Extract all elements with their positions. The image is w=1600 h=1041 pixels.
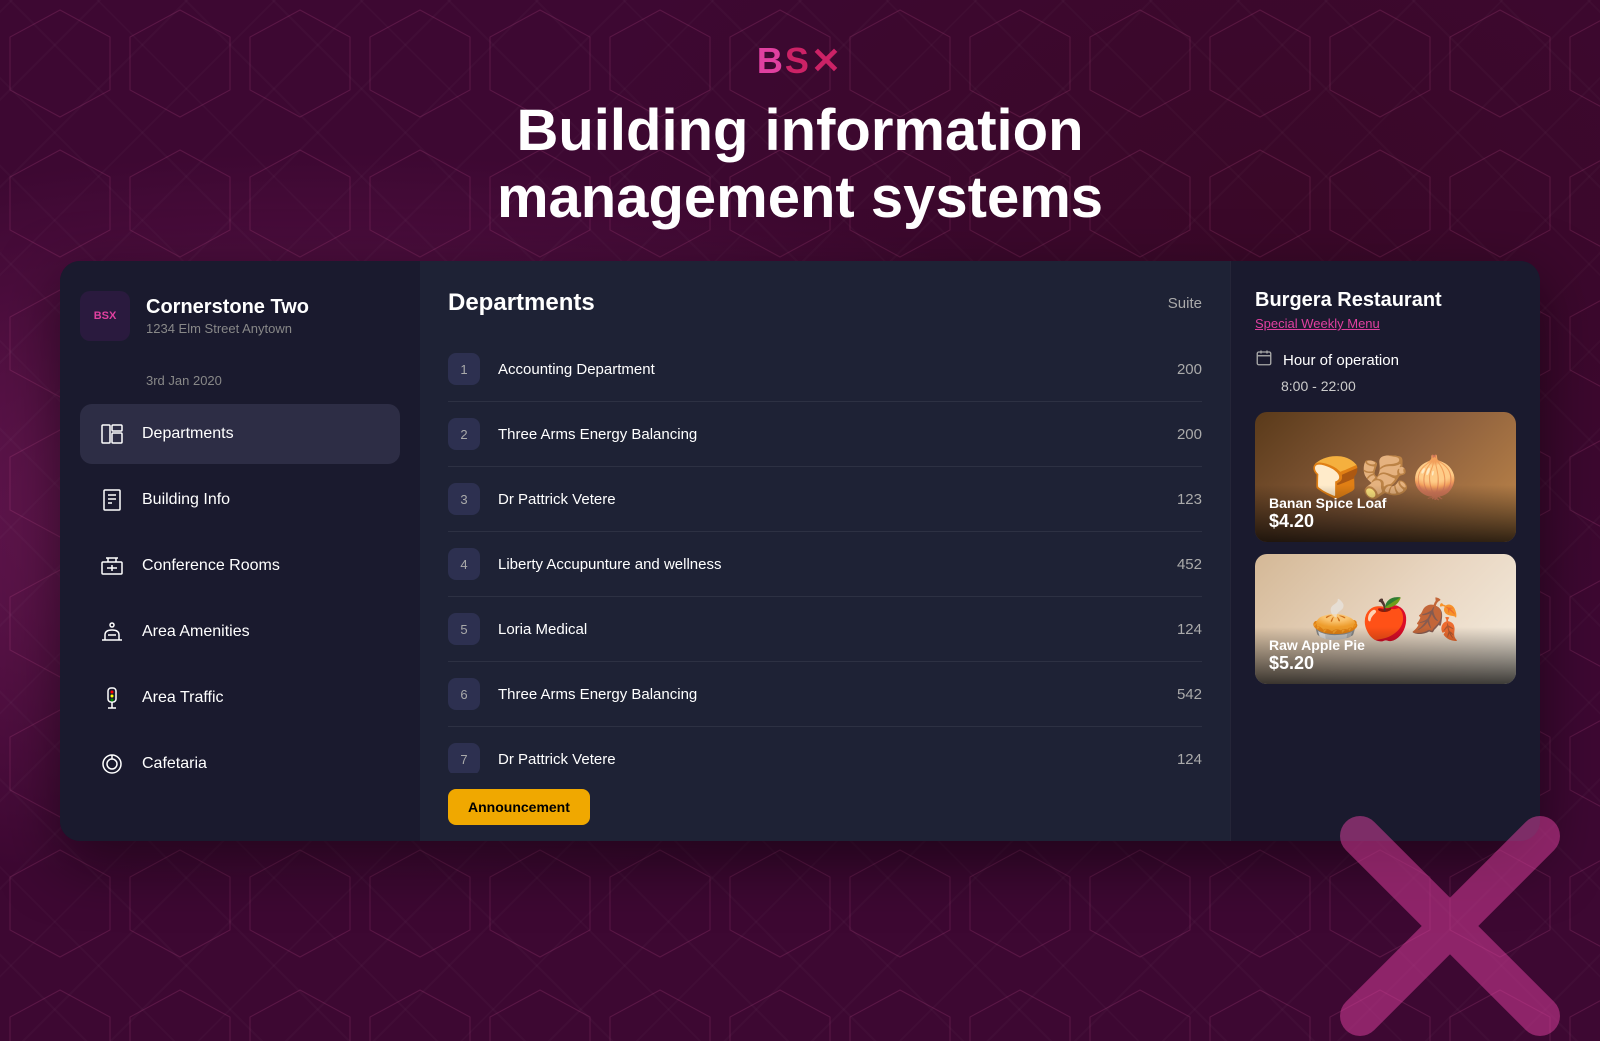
sidebar-item-conference-rooms[interactable]: Conference Rooms bbox=[80, 536, 400, 596]
sidebar-label-area-amenities: Area Amenities bbox=[142, 623, 250, 641]
dept-row-6[interactable]: 6 Three Arms Energy Balancing 542 bbox=[448, 662, 1202, 727]
dept-row-1[interactable]: 1 Accounting Department 200 bbox=[448, 337, 1202, 402]
dept-num-4: 4 bbox=[448, 548, 480, 580]
food-name-2: Raw Apple Pie bbox=[1269, 637, 1502, 653]
area-amenities-icon bbox=[98, 618, 126, 646]
dept-row-4[interactable]: 4 Liberty Accupunture and wellness 452 bbox=[448, 532, 1202, 597]
calendar-icon bbox=[1255, 349, 1273, 372]
sidebar-item-cafetaria[interactable]: Cafetaria bbox=[80, 734, 400, 794]
announcement-bar: Announcement bbox=[448, 773, 1202, 841]
dept-suite-2: 200 bbox=[1177, 426, 1202, 443]
sidebar-item-departments[interactable]: Departments bbox=[80, 404, 400, 464]
dept-num-5: 5 bbox=[448, 613, 480, 645]
departments-list: 1 Accounting Department 200 2 Three Arms… bbox=[448, 337, 1202, 773]
building-address: 1234 Elm Street Anytown bbox=[146, 321, 309, 336]
dept-suite-7: 124 bbox=[1177, 751, 1202, 768]
restaurant-name: Burgera Restaurant bbox=[1255, 289, 1516, 312]
building-name: Cornerstone Two bbox=[146, 296, 309, 319]
building-info-icon bbox=[98, 486, 126, 514]
announcement-button[interactable]: Announcement bbox=[448, 789, 590, 825]
building-logo-text: BSX bbox=[94, 310, 117, 322]
sidebar-item-area-traffic[interactable]: Area Traffic bbox=[80, 668, 400, 728]
food-overlay-2: Raw Apple Pie $5.20 bbox=[1255, 627, 1516, 684]
bsx-logo: BS✕ bbox=[0, 40, 1600, 82]
sidebar-label-conference-rooms: Conference Rooms bbox=[142, 557, 280, 575]
dept-num-6: 6 bbox=[448, 678, 480, 710]
dept-name-2: Three Arms Energy Balancing bbox=[498, 426, 1177, 443]
suite-column-header: Suite bbox=[1168, 295, 1202, 312]
hours-section: Hour of operation bbox=[1255, 349, 1516, 372]
sidebar-item-area-amenities[interactable]: Area Amenities bbox=[80, 602, 400, 662]
dept-suite-1: 200 bbox=[1177, 361, 1202, 378]
area-traffic-icon bbox=[98, 684, 126, 712]
food-price-1: $4.20 bbox=[1269, 511, 1502, 532]
building-info: Cornerstone Two 1234 Elm Street Anytown bbox=[146, 296, 309, 336]
dept-num-1: 1 bbox=[448, 353, 480, 385]
hours-label: Hour of operation bbox=[1283, 352, 1399, 369]
dept-suite-4: 452 bbox=[1177, 556, 1202, 573]
conference-rooms-icon bbox=[98, 552, 126, 580]
food-price-2: $5.20 bbox=[1269, 653, 1502, 674]
dept-name-6: Three Arms Energy Balancing bbox=[498, 686, 1177, 703]
restaurant-panel: Burgera Restaurant Special Weekly Menu H… bbox=[1230, 261, 1540, 841]
sidebar-label-cafetaria: Cafetaria bbox=[142, 755, 207, 773]
dept-suite-5: 124 bbox=[1177, 621, 1202, 638]
food-overlay-1: Banan Spice Loaf $4.20 bbox=[1255, 485, 1516, 542]
dept-suite-6: 542 bbox=[1177, 686, 1202, 703]
sidebar: BSX Cornerstone Two 1234 Elm Street Anyt… bbox=[60, 261, 420, 841]
sidebar-label-area-traffic: Area Traffic bbox=[142, 689, 224, 707]
departments-title: Departments bbox=[448, 289, 595, 317]
building-date: 3rd Jan 2020 bbox=[146, 373, 400, 388]
departments-panel: Departments Suite 1 Accounting Departmen… bbox=[420, 261, 1230, 841]
dept-name-3: Dr Pattrick Vetere bbox=[498, 491, 1177, 508]
building-header: BSX Cornerstone Two 1234 Elm Street Anyt… bbox=[80, 291, 400, 341]
dept-row-3[interactable]: 3 Dr Pattrick Vetere 123 bbox=[448, 467, 1202, 532]
food-card-1[interactable]: 🍞🫚🧅 Banan Spice Loaf $4.20 bbox=[1255, 412, 1516, 542]
food-name-1: Banan Spice Loaf bbox=[1269, 495, 1502, 511]
departments-header: Departments Suite bbox=[448, 289, 1202, 317]
sidebar-label-building-info: Building Info bbox=[142, 491, 230, 509]
dept-num-2: 2 bbox=[448, 418, 480, 450]
sidebar-label-departments: Departments bbox=[142, 425, 234, 443]
sidebar-item-building-info[interactable]: Building Info bbox=[80, 470, 400, 530]
dept-num-3: 3 bbox=[448, 483, 480, 515]
food-card-2[interactable]: 🥧🍎🍂 Raw Apple Pie $5.20 bbox=[1255, 554, 1516, 684]
building-logo: BSX bbox=[80, 291, 130, 341]
hours-value: 8:00 - 22:00 bbox=[1281, 378, 1516, 394]
cafetaria-icon bbox=[98, 750, 126, 778]
dept-suite-3: 123 bbox=[1177, 491, 1202, 508]
dept-name-7: Dr Pattrick Vetere bbox=[498, 751, 1177, 768]
departments-icon bbox=[98, 420, 126, 448]
dept-row-7[interactable]: 7 Dr Pattrick Vetere 124 bbox=[448, 727, 1202, 773]
dept-num-7: 7 bbox=[448, 743, 480, 773]
dept-row-5[interactable]: 5 Loria Medical 124 bbox=[448, 597, 1202, 662]
dept-name-1: Accounting Department bbox=[498, 361, 1177, 378]
main-title: Building information management systems bbox=[0, 98, 1600, 231]
dept-row-2[interactable]: 2 Three Arms Energy Balancing 200 bbox=[448, 402, 1202, 467]
dept-name-5: Loria Medical bbox=[498, 621, 1177, 638]
app-container: BSX Cornerstone Two 1234 Elm Street Anyt… bbox=[60, 261, 1540, 841]
special-menu-link[interactable]: Special Weekly Menu bbox=[1255, 316, 1516, 331]
dept-name-4: Liberty Accupunture and wellness bbox=[498, 556, 1177, 573]
